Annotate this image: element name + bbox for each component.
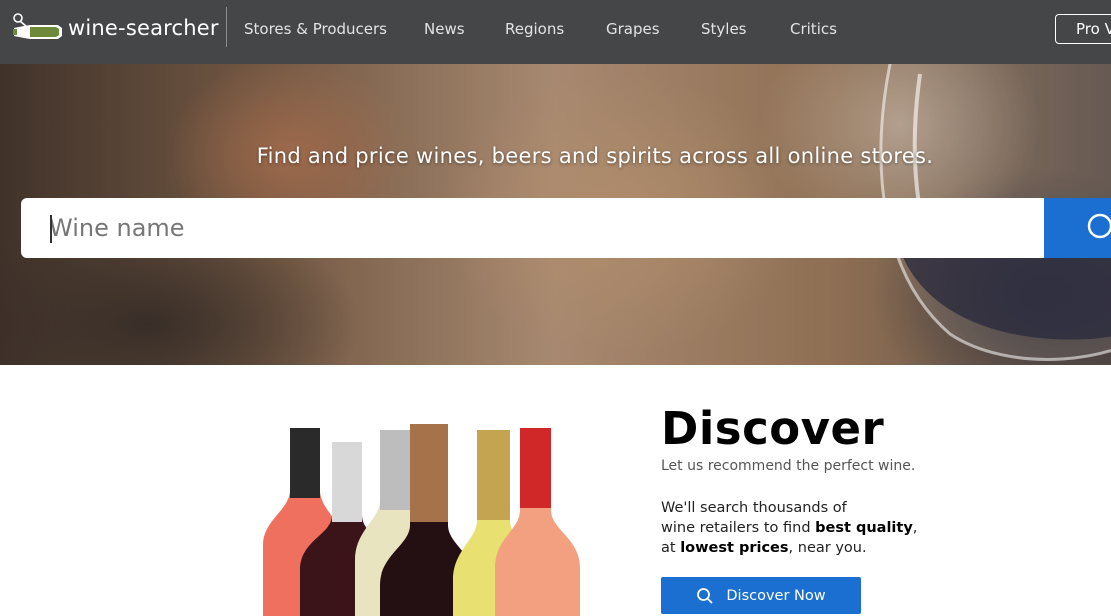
discover-line-1: We'll search thousands of [661, 500, 847, 516]
best-quality-text: best quality [815, 520, 913, 536]
nav-grapes[interactable]: Grapes [606, 20, 660, 38]
text-caret [50, 215, 52, 243]
site-logo[interactable]: wine-searcher [10, 10, 219, 46]
search-box [21, 198, 1045, 258]
discover-title: Discover [661, 402, 885, 455]
nav-regions[interactable]: Regions [505, 20, 564, 38]
wine-bottle-logo-icon [13, 13, 62, 39]
discover-now-label: Discover Now [726, 587, 826, 604]
nav-critics[interactable]: Critics [790, 20, 837, 38]
line3-text: at [661, 540, 681, 556]
top-nav: wine-searcher Stores & Producers News Re… [0, 0, 1111, 64]
discover-subtitle: Let us recommend the perfect wine. [661, 458, 916, 474]
search-icon [1087, 213, 1111, 239]
discover-now-button[interactable]: Discover Now [661, 577, 861, 614]
discover-description: We'll search thousands of wine retailers… [661, 498, 961, 558]
hero-banner: Find and price wines, beers and spirits … [0, 64, 1111, 365]
line3-suffix: , near you. [788, 540, 867, 556]
line2-text: wine retailers to find [661, 520, 816, 536]
discover-line-2: wine retailers to find best quality, [661, 518, 961, 538]
pro-version-button[interactable]: Pro Version [1055, 14, 1111, 44]
search-icon [697, 587, 714, 604]
lowest-prices-text: lowest prices [680, 540, 789, 556]
wine-bottles-image [263, 424, 580, 616]
nav-styles[interactable]: Styles [701, 20, 747, 38]
nav-divider [226, 7, 227, 47]
line2-punct: , [912, 520, 918, 536]
discover-line-3: at lowest prices, near you. [661, 538, 961, 558]
hero-tagline: Find and price wines, beers and spirits … [256, 144, 934, 168]
wine-name-search-input[interactable] [49, 198, 1029, 258]
brand-name: wine-searcher [68, 16, 219, 40]
nav-stores-producers[interactable]: Stores & Producers [244, 20, 387, 38]
nav-news[interactable]: News [424, 20, 465, 38]
search-button[interactable] [1044, 198, 1111, 258]
